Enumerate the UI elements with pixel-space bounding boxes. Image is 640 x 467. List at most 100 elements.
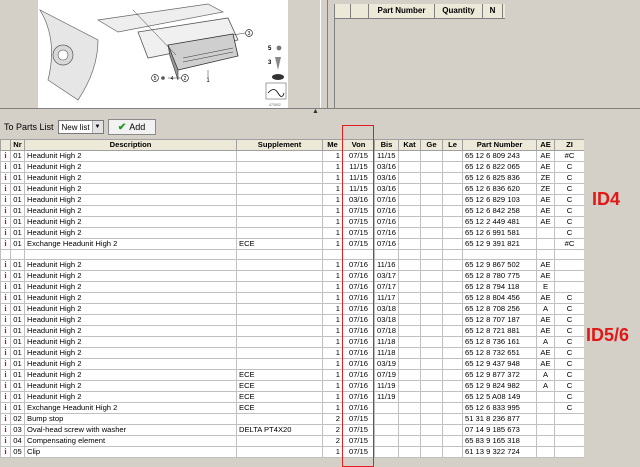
info-icon[interactable]: i [0, 325, 11, 338]
table-row[interactable]: i 01 Headunit High 2 ECE 1 07/16 11/19 65 12 5 … [0, 391, 585, 404]
cell-zi: C [554, 325, 585, 338]
info-icon[interactable]: i [0, 435, 11, 448]
table-row[interactable]: i 01 Headunit High 2 1 07/16 07/17 65 12 8 794… [0, 281, 585, 294]
info-icon[interactable]: i [0, 347, 11, 360]
cell-ae: AE [536, 358, 555, 371]
splitter-collapse-icon[interactable]: ▲ [312, 108, 319, 115]
info-icon[interactable]: i [0, 172, 11, 184]
table-row[interactable]: i 01 Headunit High 2 1 07/16 11/17 65 12 8 804… [0, 292, 585, 305]
parts-list-select[interactable]: New list ▼ [57, 120, 104, 134]
table-row[interactable]: i 01 Headunit High 2 ECE 1 07/16 07/19 65 12 9 … [0, 369, 585, 382]
info-icon[interactable]: i [0, 446, 11, 459]
header-le[interactable]: Le [442, 139, 463, 151]
table-row[interactable]: i 01 Headunit High 2 1 11/15 03/16 65 12 6 836… [0, 183, 585, 195]
info-icon[interactable]: i [0, 391, 11, 404]
info-icon[interactable]: i [0, 150, 11, 162]
cell-bis [374, 402, 399, 415]
cell-part-number: 65 12 8 732 651 [462, 347, 537, 360]
info-icon[interactable]: i [0, 238, 11, 250]
cell-part-number: 65 12 6 842 258 [462, 205, 537, 217]
cell-bis: 03/19 [374, 358, 399, 371]
info-icon[interactable]: i [0, 205, 11, 217]
parts-panel-header-part-number[interactable]: Part Number [369, 4, 435, 18]
header-bis[interactable]: Bis [374, 139, 399, 151]
cell-von: 07/15 [342, 150, 375, 162]
table-row[interactable]: i 01 Headunit High 2 1 07/15 07/16 65 12 6 991… [0, 227, 585, 239]
table-row[interactable]: i 01 Headunit High 2 1 07/16 11/18 65 12 8 736… [0, 336, 585, 349]
table-row[interactable]: i 03 Oval-head screw with washer DELTA PT4X… [0, 424, 585, 437]
table-row[interactable]: i 01 Exchange Headunit High 2 ECE 1 07/16 65 1… [0, 402, 585, 415]
info-icon[interactable]: i [0, 270, 11, 283]
info-icon[interactable]: i [0, 336, 11, 349]
table-row[interactable]: i 05 Clip 1 07/15 61 13 9 322 724 [0, 446, 585, 459]
info-icon[interactable]: i [0, 292, 11, 305]
header-von[interactable]: Von [342, 139, 375, 151]
cell-ge [420, 248, 443, 261]
header-info[interactable] [0, 139, 11, 151]
info-icon[interactable]: i [0, 413, 11, 426]
info-icon[interactable]: i [0, 161, 11, 173]
horizontal-splitter[interactable]: ▲ [0, 108, 640, 115]
table-row[interactable]: i 01 Headunit High 2 1 11/15 03/16 65 12 6 825… [0, 172, 585, 184]
info-icon[interactable]: i [0, 369, 11, 382]
table-row[interactable]: i 01 Headunit High 2 1 07/16 07/18 65 12 8 721… [0, 325, 585, 338]
header-supplement[interactable]: Supplement [236, 139, 323, 151]
table-row[interactable]: i 01 Headunit High 2 1 07/16 11/18 65 12 8 732… [0, 347, 585, 360]
cell-zi [554, 446, 585, 459]
cell-description: Exchange Headunit High 2 [24, 238, 237, 250]
cell-zi: C [554, 172, 585, 184]
cell-nr: 01 [10, 391, 25, 404]
table-row[interactable]: i 01 Headunit High 2 1 07/16 03/18 65 12 8 708… [0, 303, 585, 316]
info-icon[interactable]: i [0, 183, 11, 195]
cell-ge [420, 205, 443, 217]
info-icon[interactable]: i [0, 314, 11, 327]
cell-ge [420, 216, 443, 228]
header-me[interactable]: Me [322, 139, 343, 151]
header-ae[interactable]: AE [536, 139, 555, 151]
table-row[interactable]: i 01 Headunit High 2 ECE 1 07/16 11/19 65 12 9 … [0, 380, 585, 393]
header-nr[interactable]: Nr [10, 139, 25, 151]
info-icon[interactable]: i [0, 259, 11, 272]
header-part-number[interactable]: Part Number [462, 139, 537, 151]
table-row[interactable]: i 01 Exchange Headunit High 2 ECE 1 07/15 07/1… [0, 238, 585, 250]
table-row[interactable]: i 01 Headunit High 2 1 03/16 07/16 65 12 6 829… [0, 194, 585, 206]
info-icon[interactable]: i [0, 380, 11, 393]
cell-me: 1 [322, 150, 343, 162]
table-row[interactable]: i 01 Headunit High 2 1 07/16 03/18 65 12 8 707… [0, 314, 585, 327]
cell-description [24, 248, 237, 261]
cell-zi [554, 248, 585, 261]
parts-panel-header-quantity[interactable]: Quantity [435, 4, 483, 18]
header-kat[interactable]: Kat [398, 139, 421, 151]
header-ge[interactable]: Ge [420, 139, 443, 151]
info-icon[interactable]: i [0, 281, 11, 294]
table-row[interactable]: i 01 Headunit High 2 1 11/15 03/16 65 12 6 822… [0, 161, 585, 173]
info-icon[interactable]: i [0, 227, 11, 239]
info-icon[interactable]: i [0, 358, 11, 371]
table-row[interactable]: i 01 Headunit High 2 1 07/16 11/16 65 12 9 867… [0, 259, 585, 272]
add-button[interactable]: ✔ Add [107, 119, 156, 135]
info-icon[interactable]: i [0, 216, 11, 228]
table-row[interactable]: i 04 Compensating element 2 07/15 65 83 9 165… [0, 435, 585, 448]
table-row[interactable]: i 01 Headunit High 2 1 07/16 03/17 65 12 8 780… [0, 270, 585, 283]
info-icon[interactable]: i [0, 194, 11, 206]
vertical-splitter[interactable] [320, 0, 328, 108]
header-zi[interactable]: ZI [554, 139, 585, 151]
cell-description: Headunit High 2 [24, 325, 237, 338]
table-row[interactable]: i 01 Headunit High 2 1 07/15 07/16 65 12 6 842… [0, 205, 585, 217]
cell-ge [420, 150, 443, 162]
info-icon[interactable]: i [0, 402, 11, 415]
table-row[interactable]: i 01 Headunit High 2 1 07/15 11/15 65 12 6 809… [0, 150, 585, 162]
info-icon[interactable]: i [0, 424, 11, 437]
table-row[interactable]: i 02 Bump stop 2 07/15 51 31 8 236 877 [0, 413, 585, 426]
table-row[interactable]: i 01 Headunit High 2 1 07/15 07/16 65 12 2 449… [0, 216, 585, 228]
info-icon[interactable]: i [0, 303, 11, 316]
header-description[interactable]: Description [24, 139, 237, 151]
table-row[interactable]: i 01 Headunit High 2 1 07/16 03/19 65 12 9 437… [0, 358, 585, 371]
parts-panel-header-n[interactable]: N [483, 4, 503, 18]
cell-ge [420, 325, 443, 338]
parts-diagram[interactable]: 3 5 4 2 1 5 3 473902 [38, 0, 288, 108]
cell-me: 1 [322, 281, 343, 294]
chevron-down-icon[interactable]: ▼ [91, 121, 103, 133]
cell-zi: C [554, 161, 585, 173]
cell-ae [536, 391, 555, 404]
